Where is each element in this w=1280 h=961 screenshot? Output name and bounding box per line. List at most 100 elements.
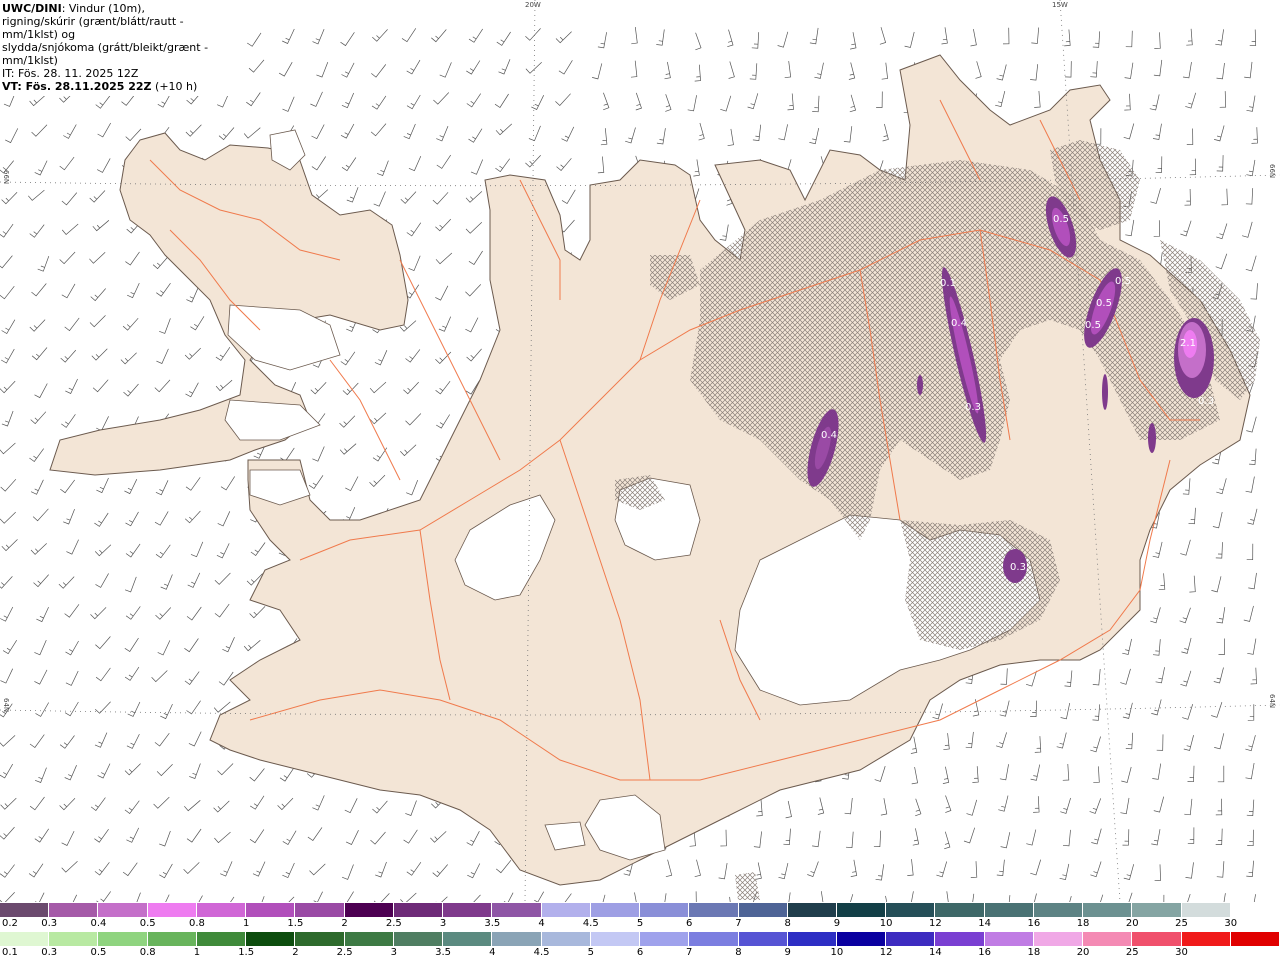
colorbar-label: 30 (1175, 947, 1188, 958)
colorbar-swatch (1083, 903, 1133, 917)
colorbar-swatch (640, 932, 690, 946)
weather-map: 0.5 0.5 0.5 0.5 0.1 0.4 0.3 0.4 2.1 0.3 … (0, 0, 1280, 902)
colorbar-label: 14 (978, 918, 991, 929)
colorbar-swatch (590, 903, 641, 917)
colorbar-swatch (443, 903, 493, 917)
colorbar-label: 0.5 (139, 918, 156, 929)
colorbar-label: 8 (784, 918, 791, 929)
colorbar-label: 2.5 (385, 918, 402, 929)
colorbar-label: 0.5 (90, 947, 107, 958)
rain-colorbar-swatches (0, 932, 1280, 946)
colorbar-label: 0.1 (2, 947, 18, 958)
info-line1: : Vindur (10m), (61, 2, 145, 15)
colorbar-label: 0.8 (139, 947, 156, 958)
colorbar-swatch (344, 903, 394, 917)
colorbar-label: 20 (1125, 918, 1139, 929)
colorbar-swatch (443, 932, 493, 946)
colorbar-swatch (738, 903, 788, 917)
colorbar-label: 6 (636, 947, 644, 958)
colorbar-swatch (984, 903, 1034, 917)
colorbar-swatch (1132, 932, 1182, 946)
colorbar-swatch (541, 903, 591, 917)
colorbar-swatch (295, 903, 345, 917)
colorbar-swatch (492, 932, 542, 946)
colorbar-swatch (492, 903, 542, 917)
colorbar-label: 1.5 (287, 918, 304, 929)
model-name: UWC/DINI (2, 2, 62, 15)
colorbar-swatch (1230, 903, 1280, 917)
lon-label-20w: 20W (525, 1, 541, 9)
precip-label: 0.1 (940, 278, 956, 289)
precip-label: 0.5 (1096, 298, 1112, 309)
colorbar-label: 12 (879, 947, 893, 958)
colorbar-swatch (0, 903, 50, 917)
valid-time: VT: Fös. 28.11.2025 22Z (2, 80, 152, 93)
colorbar-swatch (1132, 903, 1182, 917)
colorbar-swatch (836, 932, 887, 946)
colorbar-swatch (640, 903, 690, 917)
colorbar-label: 18 (1076, 918, 1090, 929)
forecast-offset: (+10 h) (151, 80, 198, 93)
colorbar-swatch (49, 932, 99, 946)
colorbar-label: 10 (830, 947, 844, 958)
colorbar-label: 4 (489, 947, 496, 958)
lat-label-66n-left: 66N (2, 170, 10, 185)
colorbar-swatch (196, 903, 247, 917)
precip-label: 0.3 (1010, 562, 1026, 573)
colorbar-swatch (49, 903, 99, 917)
colorbar-swatch (886, 932, 936, 946)
info-line2: rigning/skúrir (grænt/blátt/rautt - mm/1… (2, 15, 184, 41)
colorbar-label: 2 (292, 947, 299, 958)
colorbar-swatch (246, 932, 296, 946)
colorbar-swatch (1033, 903, 1084, 917)
colorbar-swatch (689, 903, 739, 917)
colorbar-swatch (393, 932, 444, 946)
init-time: IT: Fös. 28. 11. 2025 12Z (2, 67, 139, 80)
colorbar-label: 25 (1125, 947, 1139, 958)
snow-colorbar: 0.2 0.3 0.4 0.5 0.8 1 1.5 2 2.5 3 3.5 4 4.5 5 6 7 8 9 10 12… (0, 903, 1280, 932)
colorbar-label: 3.5 (435, 947, 452, 958)
colorbar-swatch (836, 903, 887, 917)
colorbar-swatch (246, 903, 296, 917)
precip-label: 0.3 (965, 402, 981, 413)
colorbar-label: 4.5 (582, 918, 599, 929)
colorbar-label: 0.8 (188, 918, 205, 929)
precip-label: 0.5 (1115, 276, 1131, 287)
colorbar-label: 9 (833, 918, 841, 929)
info-line3: slydda/snjókoma (grátt/bleikt/grænt - mm… (2, 41, 209, 67)
colorbar-label: 0.2 (2, 918, 18, 929)
colorbar-label: 18 (1027, 947, 1041, 958)
colorbar-label: 3 (439, 918, 447, 929)
colorbar-swatch (1033, 932, 1084, 946)
colorbar-swatch (147, 903, 197, 917)
precip-label: 0.4 (821, 430, 837, 441)
info-title-line: UWC/DINI: Vindur (10m), (2, 2, 238, 15)
colorbar-swatch (935, 932, 985, 946)
colorbar-swatch (689, 932, 739, 946)
colorbar-label: 16 (1027, 918, 1041, 929)
lat-label-64n-right: 64N (1268, 694, 1276, 709)
colorbar-label: 7 (686, 947, 693, 958)
colorbar-label: 2 (341, 918, 348, 929)
colorbar-label: 9 (784, 947, 791, 958)
colorbar-label: 4.5 (533, 947, 550, 958)
snow-colorbar-labels: 0.2 0.3 0.4 0.5 0.8 1 1.5 2 2.5 3 3.5 4 4.5 5 6 7 8 9 10 12… (0, 918, 1280, 931)
colorbar-swatch (787, 932, 837, 946)
lat-label-64n-left: 64N (2, 698, 10, 713)
rain-colorbar: 0.1 0.3 0.5 0.8 1 1.5 2 2.5 3 3.5 4 4.5 5 6 7 8 9 10 12 14 1… (0, 932, 1280, 961)
precip-label: 0.3 (1198, 396, 1214, 407)
colorbar-label: 10 (879, 918, 893, 929)
colorbar-label: 0.3 (41, 918, 58, 929)
colorbar-label: 8 (735, 947, 742, 958)
colorbar-swatch (935, 903, 985, 917)
precip-label: 0.5 (1053, 214, 1069, 225)
colorbar-label: 25 (1175, 918, 1188, 929)
colorbar-swatch (0, 932, 50, 946)
rain-colorbar-labels: 0.1 0.3 0.5 0.8 1 1.5 2 2.5 3 3.5 4 4.5 5 6 7 8 9 10 12 14 1… (0, 947, 1280, 960)
colorbar-label: 6 (686, 918, 693, 929)
colorbar-label: 4 (538, 918, 545, 929)
colorbar-label: 3 (390, 947, 398, 958)
colorbar-label: 1 (193, 947, 201, 958)
colorbar-label: 14 (929, 947, 942, 958)
colorbar-swatch (147, 932, 197, 946)
